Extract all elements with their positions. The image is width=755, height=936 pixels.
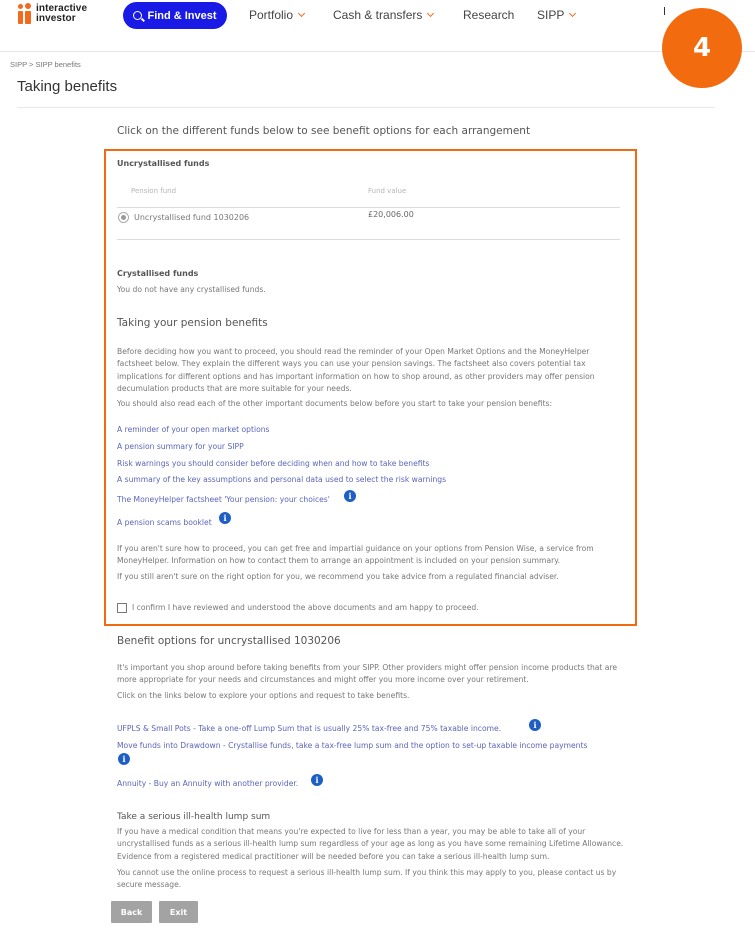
info-icon[interactable]: i: [311, 774, 323, 786]
page-title: Taking benefits: [17, 78, 118, 95]
nav-research-label: Research: [463, 8, 515, 22]
fund-radio-button[interactable]: [118, 212, 129, 223]
divider: [17, 107, 715, 108]
pension-wise-text: If you aren't sure how to proceed, you c…: [117, 544, 594, 566]
benefit-options-para1: It's important you shop around before ta…: [117, 663, 618, 685]
logo-icon: [17, 3, 33, 24]
divider: [117, 207, 620, 208]
find-and-invest-label: Find & Invest: [147, 9, 217, 22]
text-cursor: [664, 7, 665, 15]
link-pension-scams-booklet[interactable]: A pension scams booklet: [117, 518, 212, 527]
intro-text: Click on the different funds below to se…: [117, 125, 531, 137]
taking-benefits-para2: You should also read each of the other i…: [117, 399, 553, 408]
link-key-assumptions[interactable]: A summary of the key assumptions and per…: [117, 475, 446, 484]
find-and-invest-button[interactable]: Find & Invest: [123, 2, 227, 29]
option-drawdown[interactable]: Move funds into Drawdown - Crystallise f…: [117, 741, 587, 750]
crystallised-funds-text: You do not have any crystallised funds.: [117, 285, 266, 294]
highlighted-funds-panel: Uncrystallised funds Pension fund Fund v…: [104, 149, 637, 626]
logo-text-line2: investor: [36, 13, 76, 24]
breadcrumb[interactable]: SIPP > SIPP benefits: [10, 60, 81, 69]
link-risk-warnings[interactable]: Risk warnings you should consider before…: [117, 459, 430, 468]
info-icon[interactable]: i: [118, 753, 130, 765]
chevron-down-icon: [569, 9, 577, 18]
back-button[interactable]: Back: [111, 901, 152, 923]
link-open-market-options[interactable]: A reminder of your open market options: [117, 425, 270, 434]
link-moneyhelper-factsheet[interactable]: The MoneyHelper factsheet 'Your pension:…: [117, 495, 330, 504]
interactive-investor-logo[interactable]: interactive investor: [17, 3, 87, 24]
info-icon[interactable]: i: [219, 512, 231, 524]
chevron-down-icon: [427, 9, 435, 18]
nav-sipp[interactable]: SIPP: [537, 8, 577, 22]
nav-cash-transfers[interactable]: Cash & transfers: [333, 8, 435, 22]
step-number-badge: 4: [662, 8, 742, 88]
nav-portfolio-label: Portfolio: [249, 8, 294, 22]
exit-button[interactable]: Exit: [159, 901, 198, 923]
nav-research[interactable]: Research: [463, 8, 514, 22]
financial-adviser-text: If you still aren't sure on the right op…: [117, 572, 559, 581]
pension-fund-column-header: Pension fund: [131, 187, 177, 195]
fund-name[interactable]: Uncrystallised fund 1030206: [134, 212, 249, 224]
uncrystallised-funds-heading: Uncrystallised funds: [117, 159, 210, 168]
nav-portfolio[interactable]: Portfolio: [249, 8, 306, 22]
nav-cash-transfers-label: Cash & transfers: [333, 8, 423, 22]
taking-benefits-heading: Taking your pension benefits: [117, 317, 268, 329]
nav-sipp-label: SIPP: [537, 8, 565, 22]
benefit-options-para2: Click on the links below to explore your…: [117, 691, 410, 700]
benefit-options-heading: Benefit options for uncrystallised 10302…: [117, 635, 341, 647]
chevron-down-icon: [297, 9, 306, 18]
ill-health-heading: Take a serious ill-health lump sum: [117, 812, 271, 822]
confirm-label[interactable]: I confirm I have reviewed and understood…: [132, 602, 479, 614]
taking-benefits-para1: Before deciding how you want to proceed,…: [117, 347, 595, 394]
option-annuity[interactable]: Annuity - Buy an Annuity with another pr…: [117, 779, 298, 788]
search-icon: [133, 11, 143, 20]
divider: [117, 239, 620, 240]
info-icon[interactable]: i: [529, 719, 541, 731]
ill-health-para2: You cannot use the online process to req…: [117, 868, 617, 890]
confirm-checkbox[interactable]: [117, 603, 127, 613]
link-pension-summary[interactable]: A pension summary for your SIPP: [117, 442, 244, 451]
ill-health-para1: If you have a medical condition that mea…: [117, 827, 624, 861]
fund-value-column-header: Fund value: [368, 187, 407, 195]
fund-value: £20,006.00: [368, 210, 414, 219]
top-navigation-bar: interactive investor Find & Invest Portf…: [0, 0, 755, 52]
option-ufpls-small-pots[interactable]: UFPLS & Small Pots - Take a one-off Lump…: [117, 724, 501, 733]
crystallised-funds-heading: Crystallised funds: [117, 269, 199, 278]
info-icon[interactable]: i: [344, 490, 356, 502]
